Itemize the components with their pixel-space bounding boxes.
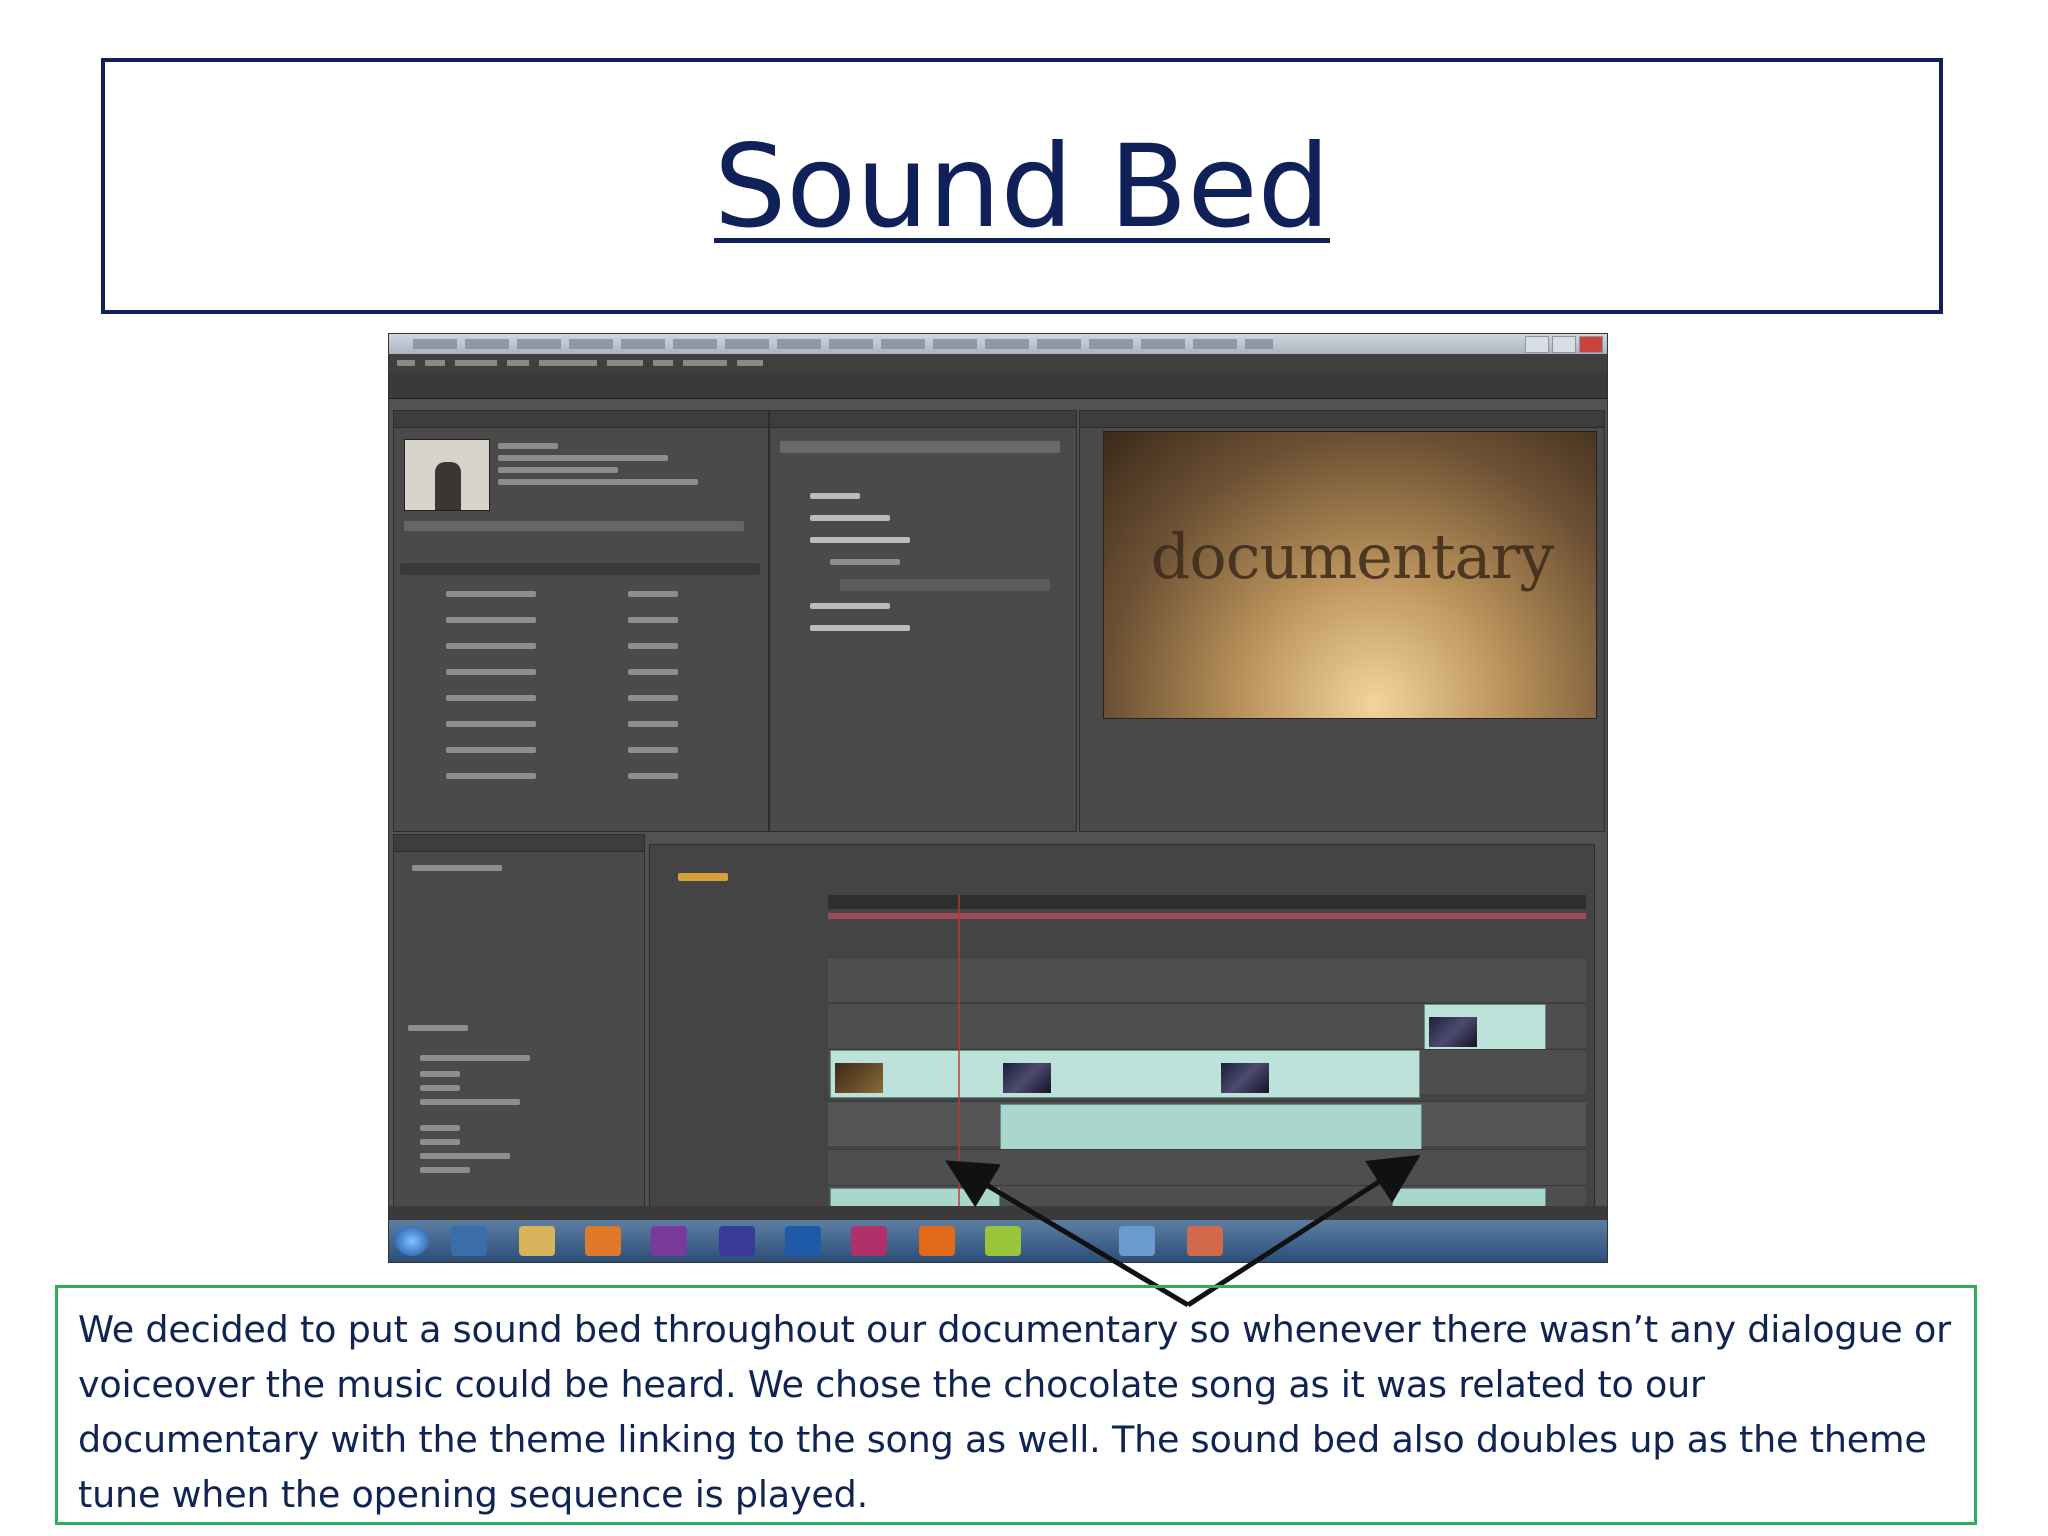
caption-box: We decided to put a sound bed throughout… <box>55 1285 1977 1525</box>
arrow-to-second-clip <box>1186 1154 1421 1308</box>
caption-text: We decided to put a sound bed throughout… <box>78 1308 1951 1516</box>
